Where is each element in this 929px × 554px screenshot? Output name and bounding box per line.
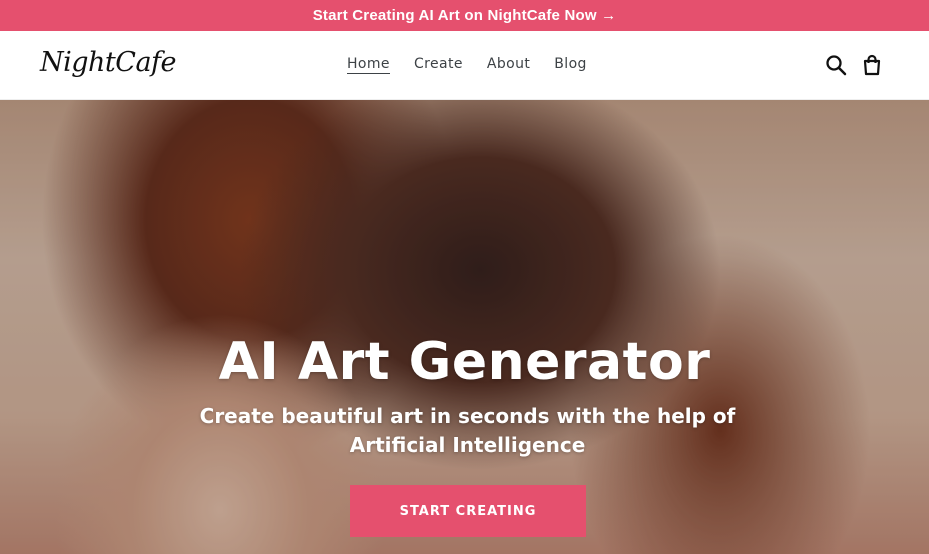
search-button[interactable] bbox=[824, 53, 848, 77]
hero-title: AI Art Generator bbox=[218, 332, 711, 392]
nav-home[interactable]: Home bbox=[347, 56, 390, 74]
site-logo[interactable]: NightCafe bbox=[40, 47, 177, 78]
site-header: NightCafe Home Create About Blog bbox=[0, 31, 929, 100]
main-nav: Home Create About Blog bbox=[347, 56, 587, 74]
search-icon bbox=[826, 55, 847, 76]
start-creating-button[interactable]: START CREATING bbox=[350, 485, 586, 537]
nav-blog[interactable]: Blog bbox=[554, 56, 587, 74]
hero-subtitle: Create beautiful art in seconds with the… bbox=[199, 404, 736, 457]
nav-create[interactable]: Create bbox=[414, 56, 463, 74]
cart-icon bbox=[863, 54, 881, 76]
nav-about[interactable]: About bbox=[487, 56, 530, 74]
hero-section: AI Art Generator Create beautiful art in… bbox=[0, 100, 929, 554]
announcement-link[interactable]: Start Creating AI Art on NightCafe Now → bbox=[313, 7, 617, 24]
announcement-bar: Start Creating AI Art on NightCafe Now → bbox=[0, 0, 929, 31]
cart-button[interactable] bbox=[860, 53, 884, 77]
